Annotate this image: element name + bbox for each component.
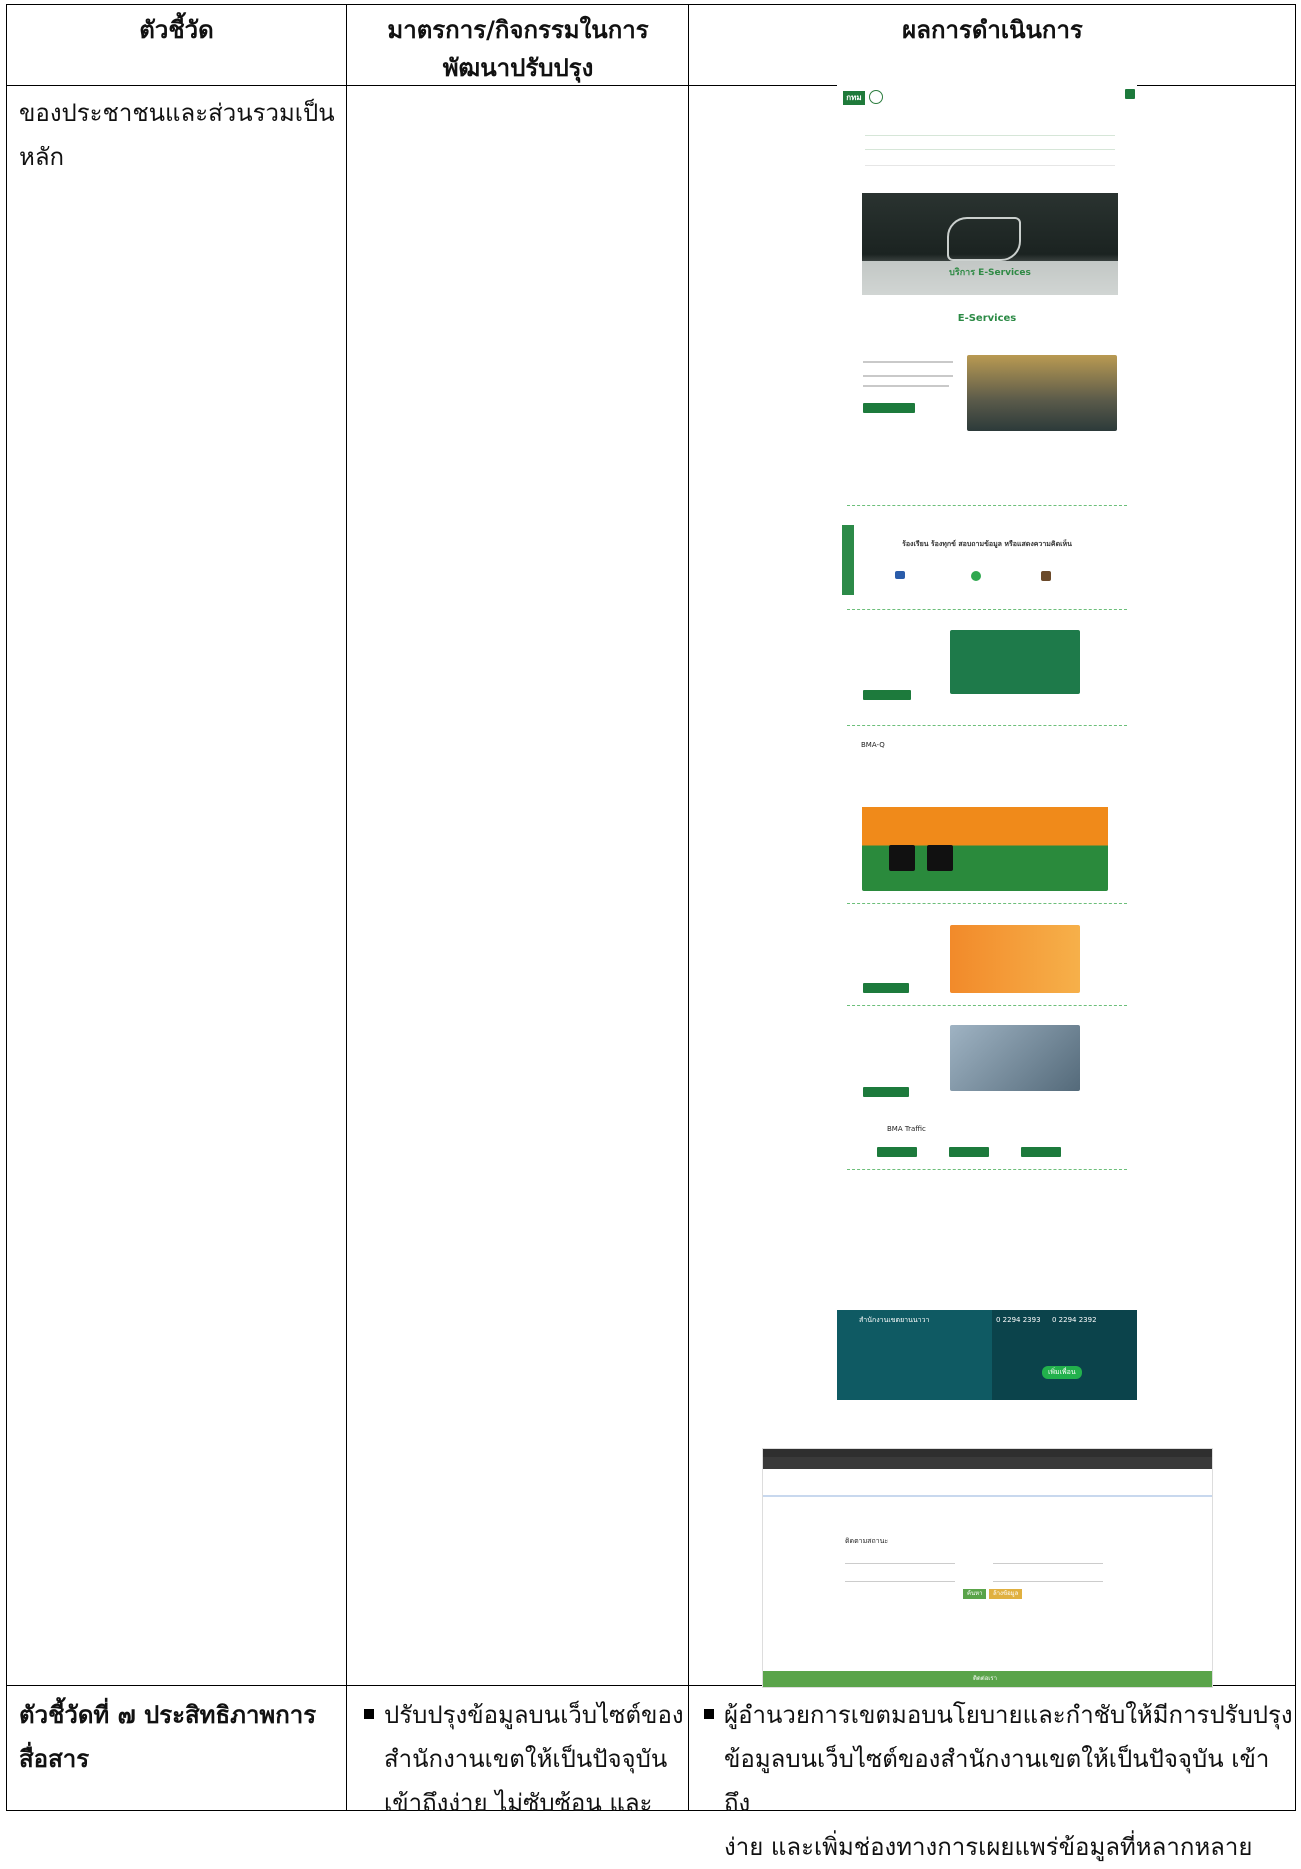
header-indicator-text: ตัวชี้วัด bbox=[139, 16, 214, 44]
mail-icon bbox=[895, 571, 905, 579]
form-field bbox=[993, 1575, 1103, 1582]
header-results-text: ผลการดำเนินการ bbox=[902, 16, 1083, 44]
service-button bbox=[863, 1087, 909, 1097]
add-friend-button: เพิ่มเพื่อน bbox=[1042, 1366, 1082, 1379]
row2-indicator-line2: สื่อสาร bbox=[19, 1745, 90, 1773]
website-header: กทม bbox=[837, 85, 1137, 111]
eservices-title: E-Services bbox=[957, 313, 1017, 324]
qr-code-icon bbox=[889, 845, 915, 871]
menu-button bbox=[1125, 89, 1135, 99]
header-measures-line1: มาตรการ/กิจกรรมในการ bbox=[387, 16, 649, 44]
phone-2: 0 2294 2392 bbox=[1052, 1316, 1097, 1324]
text-line bbox=[863, 385, 949, 387]
form-field bbox=[845, 1557, 955, 1564]
row2-measures-bullet: ปรับปรุงข้อมูลบนเว็บไซต์ของ สำนักงานเขตใ… bbox=[364, 1693, 684, 1825]
seal-icon bbox=[869, 90, 883, 104]
nav-line bbox=[865, 135, 1115, 136]
section-separator bbox=[847, 903, 1127, 904]
line-icon bbox=[971, 571, 981, 581]
form-footer: ติดต่อเรา bbox=[763, 1671, 1212, 1687]
row2-results-line2: ข้อมูลบนเว็บไซต์ของสำนักงานเขตให้เป็นปัจ… bbox=[724, 1745, 1270, 1817]
eservices-hero-banner: บริการ E-Services bbox=[862, 193, 1118, 295]
footer-contact-panel: 0 2294 2393 0 2294 2392 เพิ่มเพื่อน bbox=[992, 1310, 1137, 1400]
service-button bbox=[949, 1147, 989, 1157]
square-bullet-icon bbox=[364, 1709, 374, 1719]
service-button bbox=[863, 403, 915, 413]
row2-measures-line3: เข้าถึงง่าย ไม่ซับซ้อน และ bbox=[384, 1789, 653, 1817]
text-line bbox=[863, 375, 953, 377]
section-separator bbox=[847, 1005, 1127, 1006]
service-button bbox=[1021, 1147, 1061, 1157]
traffy-icon bbox=[1041, 571, 1051, 581]
city-sunset-thumbnail bbox=[967, 355, 1117, 431]
header-measures: มาตรการ/กิจกรรมในการ พัฒนาปรับปรุง bbox=[348, 5, 688, 85]
browser-address-bar bbox=[763, 1457, 1212, 1469]
row2-indicator-line1: ตัวชี้วัดที่ ๗ ประสิทธิภาพการ bbox=[19, 1701, 317, 1729]
form-field bbox=[845, 1575, 955, 1582]
social-sidebar bbox=[842, 525, 854, 595]
bma-logo: กทม bbox=[843, 91, 865, 105]
form-field bbox=[993, 1557, 1103, 1564]
phone-1: 0 2294 2393 bbox=[996, 1316, 1041, 1324]
row2-results-bullet: ผู้อำนวยการเขตมอบนโยบายและกำชับให้มีการป… bbox=[704, 1693, 1295, 1869]
cctv-thumbnail bbox=[950, 1025, 1080, 1091]
service-button bbox=[863, 690, 911, 700]
bma-traffic-label: BMA Traffic bbox=[887, 1125, 926, 1133]
reset-button: ล้างข้อมูล bbox=[989, 1589, 1023, 1599]
row2-measures-text: ปรับปรุงข้อมูลบนเว็บไซต์ของ สำนักงานเขตใ… bbox=[364, 1693, 684, 1825]
column-divider-1 bbox=[346, 5, 347, 1810]
header-divider bbox=[763, 1495, 1212, 1497]
tax-thumbnail bbox=[950, 630, 1080, 694]
row2-results-text: ผู้อำนวยการเขตมอบนโยบายและกำชับให้มีการป… bbox=[704, 1693, 1295, 1869]
row2-results-line1: ผู้อำนวยการเขตมอบนโยบายและกำชับให้มีการป… bbox=[724, 1701, 1293, 1729]
form-title: ติดตามสถานะ bbox=[845, 1537, 889, 1545]
qr-code-icon bbox=[927, 845, 953, 871]
text-line bbox=[863, 361, 953, 363]
row2-indicator-text: ตัวชี้วัดที่ ๗ ประสิทธิภาพการ สื่อสาร bbox=[19, 1693, 316, 1781]
section-separator bbox=[847, 609, 1127, 610]
column-divider-2 bbox=[688, 5, 689, 1810]
footer-contact: ติดต่อเรา bbox=[973, 1675, 997, 1682]
header-indicator: ตัวชี้วัด bbox=[7, 5, 346, 85]
website-footer: 0 2294 2393 0 2294 2392 เพิ่มเพื่อน สำนั… bbox=[837, 1310, 1137, 1400]
bmaq-banner bbox=[862, 771, 1108, 891]
row1-indicator-line2: หลัก bbox=[19, 143, 65, 171]
footer-title: สำนักงานเขตยานนาวา bbox=[859, 1316, 930, 1324]
row1-indicator-text: ของประชาชนและส่วนรวมเป็น หลัก bbox=[19, 91, 335, 179]
section-separator bbox=[847, 1169, 1127, 1170]
form-screenshot: ติดตามสถานะ ค้นหา ล้างข้อมูล ติดต่อเรา bbox=[762, 1448, 1213, 1688]
service-button bbox=[877, 1147, 917, 1157]
square-bullet-icon bbox=[704, 1709, 714, 1719]
header-measures-line2: พัฒนาปรับปรุง bbox=[442, 54, 594, 82]
row2-measures-lines: ปรับปรุงข้อมูลบนเว็บไซต์ของ สำนักงานเขตใ… bbox=[384, 1693, 684, 1825]
service-button bbox=[863, 983, 909, 993]
section-separator bbox=[847, 505, 1127, 506]
line-connect-banner bbox=[950, 925, 1080, 993]
nav-line bbox=[865, 165, 1115, 166]
header-results: ผลการดำเนินการ bbox=[690, 5, 1295, 85]
website-screenshot: กทม บริการ E-Services E-Services ร้องเรี… bbox=[837, 85, 1137, 1400]
row2-results-line3: ง่าย และเพิ่มช่องทางการเผยแพร่ข้อมูลที่ห… bbox=[724, 1833, 1253, 1861]
handshake-icon bbox=[947, 217, 1021, 261]
row1-indicator-line1: ของประชาชนและส่วนรวมเป็น bbox=[19, 99, 335, 127]
row2-measures-line1: ปรับปรุงข้อมูลบนเว็บไซต์ของ bbox=[384, 1701, 684, 1729]
row2-measures-line2: สำนักงานเขตให้เป็นปัจจุบัน bbox=[384, 1745, 668, 1773]
row2-results-lines: ผู้อำนวยการเขตมอบนโยบายและกำชับให้มีการป… bbox=[724, 1693, 1295, 1869]
hero-caption: บริการ E-Services bbox=[949, 268, 1031, 278]
nav-line bbox=[865, 149, 1115, 150]
contact-heading: ร้องเรียน ร้องทุกข์ สอบถามข้อมูล หรือแสด… bbox=[902, 540, 1072, 548]
section-separator bbox=[847, 725, 1127, 726]
bmaq-title: BMA-Q bbox=[861, 741, 885, 749]
search-button: ค้นหา bbox=[963, 1589, 987, 1599]
